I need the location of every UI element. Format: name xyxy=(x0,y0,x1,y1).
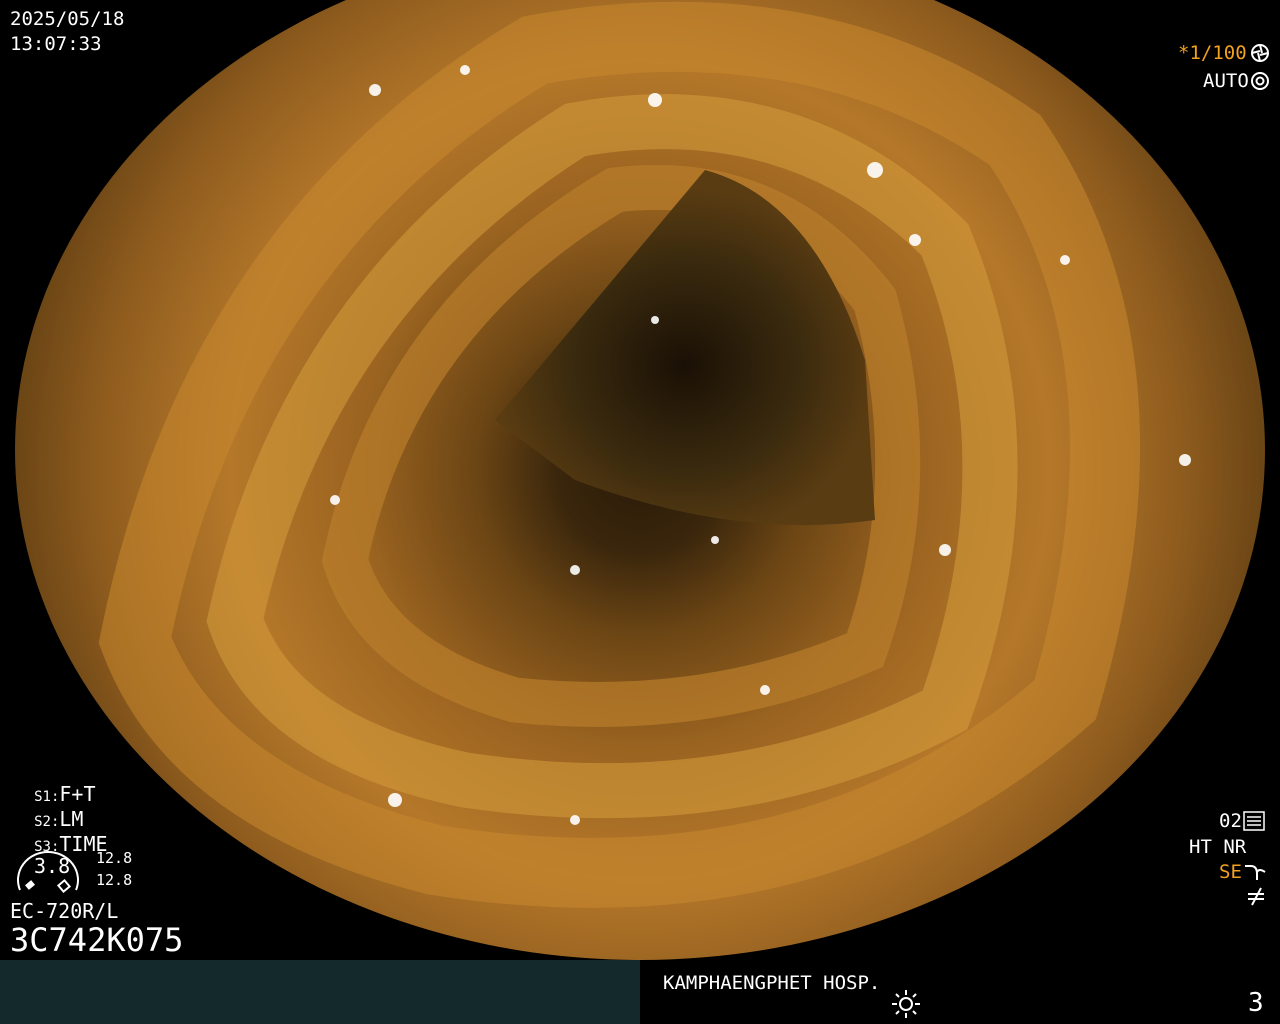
scope-model: EC-720R/L xyxy=(10,899,119,923)
exam-date: 2025/05/18 xyxy=(10,8,125,30)
curve-icon xyxy=(1245,865,1266,880)
endoscopy-image xyxy=(15,0,1265,960)
exam-time: 13:07:33 xyxy=(10,33,102,55)
not-equal-icon xyxy=(1248,887,1264,906)
gauge-side-bottom: 12.8 xyxy=(96,871,133,889)
sun-icon xyxy=(892,990,920,1018)
footer-left-bar xyxy=(0,960,640,1024)
auto-mode: AUTO xyxy=(1203,70,1249,92)
gauge-side-top: 12.8 xyxy=(96,849,133,867)
hospital-name: KAMPHAENGPHET HOSP. xyxy=(663,972,881,994)
colon-lumen-illustration xyxy=(98,1,1191,908)
shutter-speed: *1/100 xyxy=(1178,42,1247,64)
se-status: SE xyxy=(1219,861,1242,883)
aperture-icon xyxy=(1251,44,1269,62)
gauge-value: 3.8 xyxy=(34,854,71,878)
sliders-icon xyxy=(1243,811,1265,831)
image-count: 3 xyxy=(1248,988,1264,1018)
iris-icon xyxy=(1251,72,1269,90)
scope-serial: 3C742K075 xyxy=(10,921,184,959)
ht-nr-status: HT NR xyxy=(1189,836,1247,858)
mode-number: 02 xyxy=(1219,810,1242,832)
